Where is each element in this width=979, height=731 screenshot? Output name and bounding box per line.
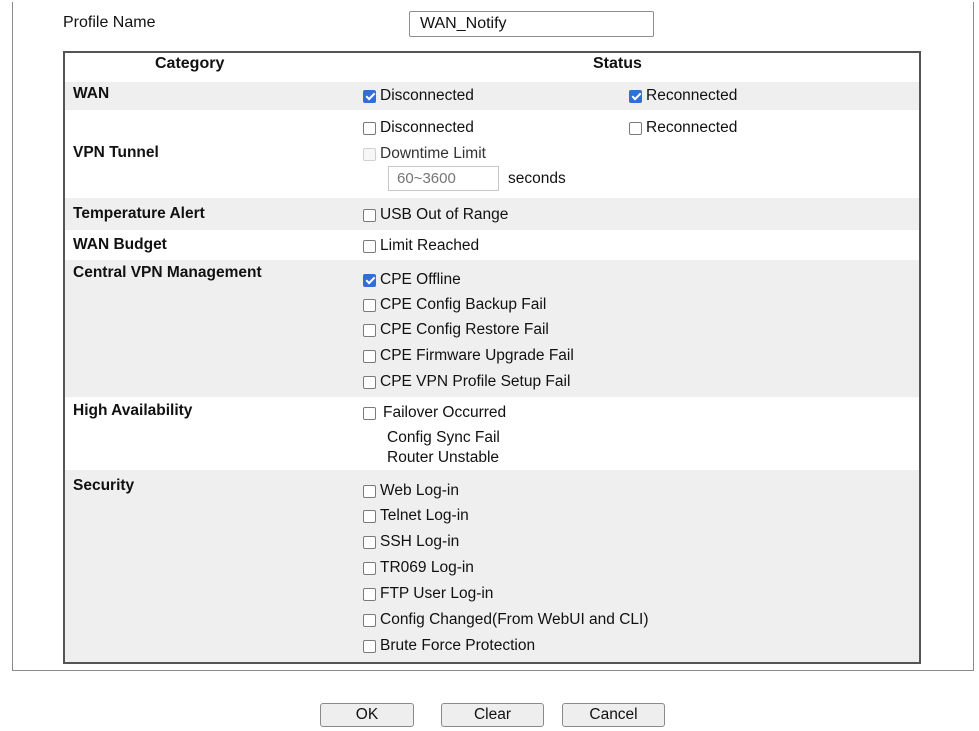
profile-name-input[interactable] [409,11,654,37]
wan-reconnected-option[interactable]: Reconnected [629,87,737,105]
web-login-label: Web Log-in [380,482,459,499]
brute-force-protection-label: Brute Force Protection [380,637,536,654]
category-header: Category [155,55,225,72]
vpn-reconnected-checkbox[interactable] [629,121,642,135]
failover-occurred-option[interactable]: Failover Occurred [363,404,506,422]
cpe-firmware-upgrade-fail-label: CPE Firmware Upgrade Fail [380,347,574,364]
telnet-login-option[interactable]: Telnet Log-in [363,507,469,525]
vpn-disconnected-checkbox[interactable] [363,121,376,135]
config-sync-fail-text: Config Sync Fail [387,429,500,446]
cpe-vpn-profile-setup-fail-label: CPE VPN Profile Setup Fail [380,373,571,390]
category-wan: WAN [73,85,110,102]
ok-button[interactable]: OK [320,703,414,727]
telnet-login-checkbox[interactable] [363,509,376,523]
limit-reached-label: Limit Reached [380,237,480,254]
cpe-firmware-upgrade-fail-option[interactable]: CPE Firmware Upgrade Fail [363,347,574,365]
row-band-wan [65,82,919,110]
limit-reached-option[interactable]: Limit Reached [363,237,479,255]
usb-out-of-range-label: USB Out of Range [380,206,509,223]
failover-occurred-label: Failover Occurred [383,404,507,421]
telnet-login-label: Telnet Log-in [380,507,469,524]
vpn-disconnected-label: Disconnected [380,119,474,136]
wan-reconnected-checkbox[interactable] [629,89,642,103]
row-band-security [65,470,919,662]
wan-disconnected-checkbox[interactable] [363,89,376,103]
ftp-user-login-label: FTP User Log-in [380,585,494,602]
category-temperature-alert: Temperature Alert [73,205,205,222]
tr069-login-option[interactable]: TR069 Log-in [363,559,474,577]
cpe-config-restore-fail-option[interactable]: CPE Config Restore Fail [363,321,549,339]
config-changed-label: Config Changed(From WebUI and CLI) [380,611,649,628]
tr069-login-label: TR069 Log-in [380,559,474,576]
status-header: Status [593,55,642,72]
brute-force-protection-option[interactable]: Brute Force Protection [363,637,535,655]
cpe-offline-option[interactable]: CPE Offline [363,271,461,289]
category-high-availability: High Availability [73,402,193,419]
vpn-disconnected-option[interactable]: Disconnected [363,119,474,137]
ssh-login-checkbox[interactable] [363,535,376,549]
vpn-reconnected-option[interactable]: Reconnected [629,119,737,137]
ssh-login-label: SSH Log-in [380,533,460,550]
profile-name-label: Profile Name [63,14,156,31]
category-wan-budget: WAN Budget [73,236,167,253]
web-login-option[interactable]: Web Log-in [363,482,459,500]
cpe-vpn-profile-setup-fail-checkbox[interactable] [363,375,376,389]
brute-force-protection-checkbox[interactable] [363,639,376,653]
vpn-reconnected-label: Reconnected [646,119,738,136]
failover-occurred-checkbox[interactable] [363,406,376,420]
downtime-seconds-input[interactable] [388,166,499,191]
cpe-config-backup-fail-checkbox[interactable] [363,298,376,312]
category-central-vpn-management: Central VPN Management [73,264,262,281]
cpe-vpn-profile-setup-fail-option[interactable]: CPE VPN Profile Setup Fail [363,373,570,391]
category-security: Security [73,477,135,494]
tr069-login-checkbox[interactable] [363,561,376,575]
vpn-downtime-limit-label: Downtime Limit [380,145,486,162]
ssh-login-option[interactable]: SSH Log-in [363,533,459,551]
vpn-downtime-limit-checkbox[interactable] [363,147,376,161]
cpe-offline-label: CPE Offline [380,271,461,288]
cpe-config-backup-fail-label: CPE Config Backup Fail [380,296,547,313]
cancel-button[interactable]: Cancel [562,703,665,727]
ftp-user-login-option[interactable]: FTP User Log-in [363,585,493,603]
cpe-firmware-upgrade-fail-checkbox[interactable] [363,349,376,363]
usb-out-of-range-option[interactable]: USB Out of Range [363,206,508,224]
seconds-unit-label: seconds [508,170,566,187]
usb-out-of-range-checkbox[interactable] [363,208,376,222]
config-changed-option[interactable]: Config Changed(From WebUI and CLI) [363,611,649,629]
wan-reconnected-label: Reconnected [646,87,738,104]
clear-button[interactable]: Clear [441,703,544,727]
wan-disconnected-option[interactable]: Disconnected [363,87,474,105]
category-vpn-tunnel: VPN Tunnel [73,144,159,161]
cpe-offline-checkbox[interactable] [363,273,376,287]
ftp-user-login-checkbox[interactable] [363,587,376,601]
limit-reached-checkbox[interactable] [363,239,376,253]
cpe-config-backup-fail-option[interactable]: CPE Config Backup Fail [363,296,546,314]
web-login-checkbox[interactable] [363,484,376,498]
cpe-config-restore-fail-label: CPE Config Restore Fail [380,321,549,338]
config-changed-checkbox[interactable] [363,613,376,627]
cpe-config-restore-fail-checkbox[interactable] [363,323,376,337]
wan-disconnected-label: Disconnected [380,87,474,104]
router-unstable-text: Router Unstable [387,449,500,466]
vpn-downtime-limit-option[interactable]: Downtime Limit [363,145,486,163]
